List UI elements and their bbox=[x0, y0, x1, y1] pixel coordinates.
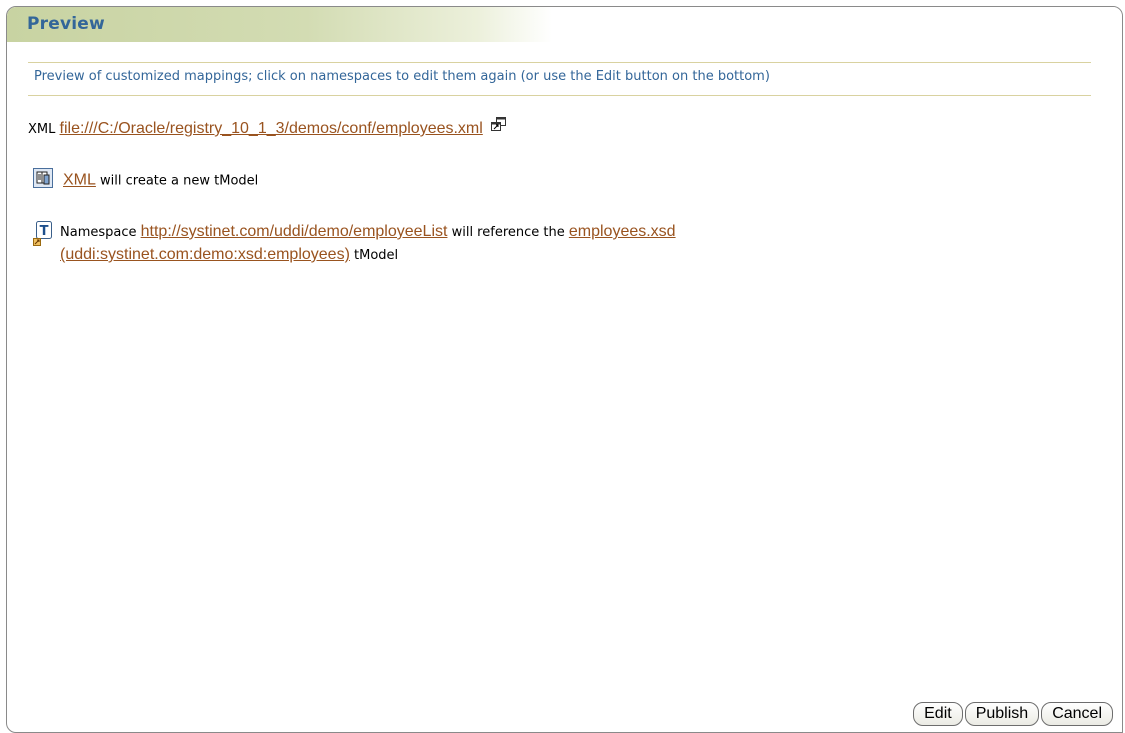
instruction-text: Preview of customized mappings; click on… bbox=[34, 69, 770, 84]
source-file-link[interactable]: file:///C:/Oracle/registry_10_1_3/demos/… bbox=[60, 120, 483, 137]
publish-button[interactable]: Publish bbox=[964, 702, 1040, 726]
preview-panel: Preview Preview of customized mappings; … bbox=[6, 6, 1123, 733]
target-tmodel-key-link[interactable]: (uddi:systinet.com:demo:xsd:employees) bbox=[60, 246, 350, 263]
tmodel-icon: T bbox=[33, 221, 53, 253]
edit-button[interactable]: Edit bbox=[913, 702, 963, 726]
namespace-suffix: tModel bbox=[349, 248, 399, 263]
xml-link[interactable]: XML bbox=[63, 172, 96, 189]
external-window-icon[interactable] bbox=[490, 117, 507, 136]
button-bar: Edit Publish Cancel bbox=[913, 702, 1113, 726]
source-row: XML file:///C:/Oracle/registry_10_1_3/de… bbox=[28, 117, 507, 139]
xml-row: XML will create a new tModel bbox=[33, 168, 259, 193]
svg-text:T: T bbox=[40, 224, 49, 239]
target-tmodel-link[interactable]: employees.xsd bbox=[569, 223, 676, 240]
panel-title: Preview bbox=[27, 14, 105, 34]
book-icon bbox=[33, 168, 53, 192]
namespace-text: Namespace http://systinet.com/uddi/demo/… bbox=[60, 221, 676, 267]
instruction-top-divider bbox=[28, 62, 1091, 63]
source-label: XML bbox=[28, 122, 56, 137]
namespace-middle-text: will reference the bbox=[447, 225, 569, 240]
namespace-link[interactable]: http://systinet.com/uddi/demo/employeeLi… bbox=[141, 223, 448, 240]
cancel-button[interactable]: Cancel bbox=[1041, 702, 1113, 726]
xml-row-text: will create a new tModel bbox=[95, 173, 259, 189]
namespace-prefix: Namespace bbox=[60, 225, 141, 240]
instruction-bottom-divider bbox=[28, 95, 1091, 96]
panel-header: Preview bbox=[7, 7, 1122, 42]
